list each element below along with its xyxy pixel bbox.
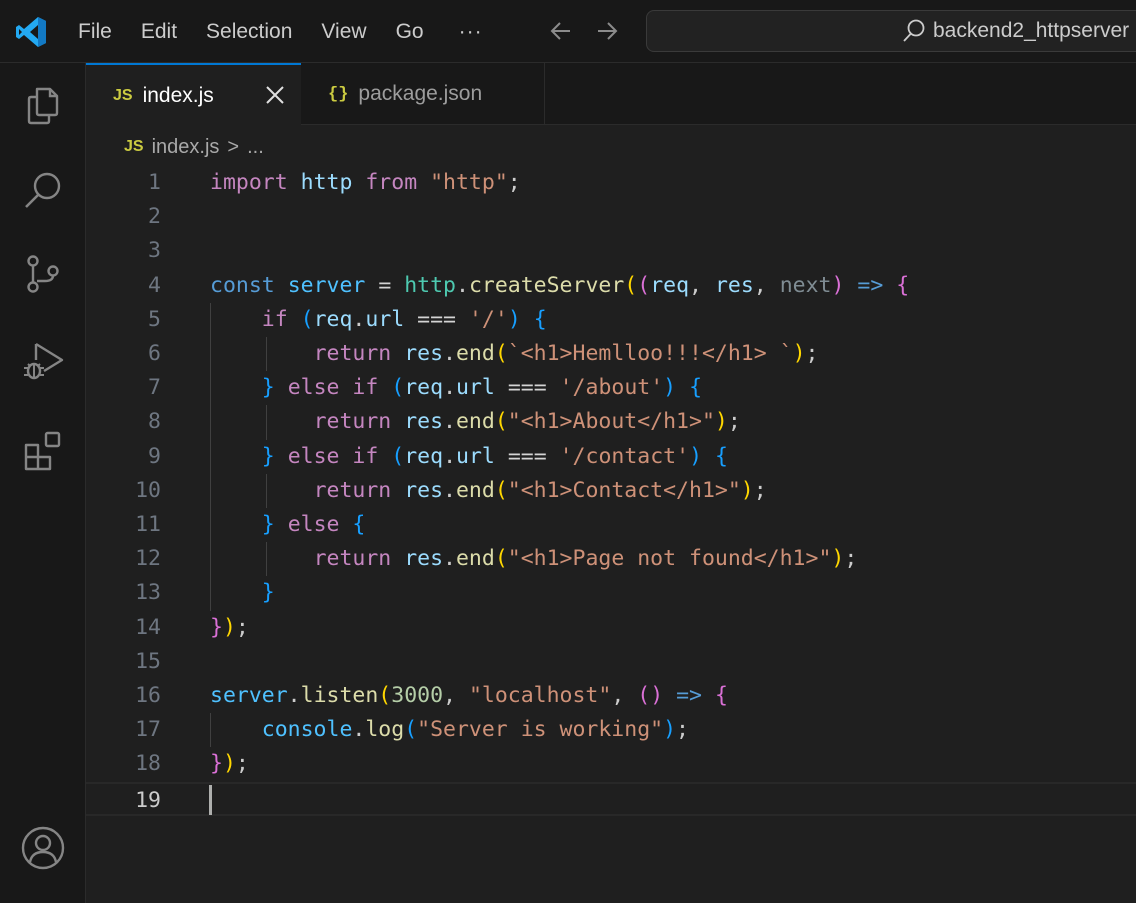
code-text: return res.end(`<h1>Hemlloo!!!</h1> `); <box>313 341 819 366</box>
code-line[interactable]: 7 } else if (req.url === '/about') { <box>86 371 1136 405</box>
javascript-file-icon: JS <box>113 86 133 104</box>
line-number: 8 <box>148 409 161 435</box>
code-text: server.listen(3000, "localhost", () => { <box>210 683 728 708</box>
code-text: console.log("Server is working"); <box>261 717 689 743</box>
breadcrumb: JS index.js > ... <box>124 133 264 161</box>
chevron-right-icon: > <box>227 135 240 158</box>
code-line[interactable]: 19 <box>86 781 1136 816</box>
code-line[interactable]: 2 <box>86 200 1136 234</box>
line-number: 19 <box>135 787 161 813</box>
code-text: const server = http.createServer((req, r… <box>210 272 910 298</box>
text-cursor <box>209 784 212 815</box>
code-line[interactable]: 15 <box>86 645 1136 679</box>
tab-label: package.json <box>358 82 483 105</box>
explorer-icon[interactable] <box>20 83 66 129</box>
account-icon[interactable] <box>20 825 66 871</box>
code-text: import http from "http"; <box>210 170 521 195</box>
forward-arrow-icon[interactable] <box>594 18 620 44</box>
code-line[interactable]: 1 import http from "http"; <box>86 166 1136 200</box>
code-line[interactable]: 18}); <box>86 747 1136 781</box>
code-text: return res.end("<h1>Page not found</h1>"… <box>313 546 858 572</box>
code-text: } <box>261 580 275 606</box>
menu-view[interactable]: View <box>321 20 366 44</box>
source-control-icon[interactable] <box>20 251 66 297</box>
code-editor[interactable]: 1 import http from "http"; 2 3 4 const server… <box>86 166 1136 903</box>
workspace-name: backend2_httpserver <box>933 19 1130 42</box>
code-text: }); <box>210 751 249 777</box>
line-number: 13 <box>135 580 161 606</box>
line-number: 3 <box>148 238 161 264</box>
line-number: 1 <box>148 170 161 195</box>
code-line[interactable]: 13 } <box>86 576 1136 610</box>
code-line[interactable]: 17 console.log("Server is working"); <box>86 713 1136 747</box>
indent-guide <box>266 337 267 372</box>
tab-label: index.js <box>142 83 214 107</box>
line-number: 10 <box>135 477 161 503</box>
indent-guide <box>266 405 267 440</box>
more-menu-button[interactable]: ··· <box>459 20 483 44</box>
line-number: 14 <box>135 614 161 640</box>
code-line[interactable]: 14}); <box>86 611 1136 645</box>
tab-package-json[interactable]: {} package.json <box>301 63 545 125</box>
back-arrow-icon[interactable] <box>548 18 574 44</box>
code-text: } else { <box>261 512 366 537</box>
code-text: } else if (req.url === '/contact') { <box>261 443 728 469</box>
line-number: 18 <box>135 751 161 777</box>
indent-guide <box>210 302 211 611</box>
indent-guide <box>210 713 211 748</box>
code-text: if (req.url === '/') { <box>261 306 547 332</box>
menu-go[interactable]: Go <box>396 20 424 44</box>
code-text: }); <box>210 614 249 640</box>
indent-guide <box>266 542 267 577</box>
code-line[interactable]: 8 return res.end("<h1>About</h1>"); <box>86 405 1136 439</box>
code-line[interactable]: 4 const server = http.createServer((req, … <box>86 269 1136 303</box>
activity-bar <box>0 63 86 903</box>
indent-guide <box>266 473 267 508</box>
extensions-icon[interactable] <box>20 427 66 473</box>
code-text: } else if (req.url === '/about') { <box>261 375 703 401</box>
line-number: 11 <box>135 512 161 537</box>
line-number: 6 <box>148 341 161 366</box>
tab-index-js[interactable]: JS index.js <box>86 63 301 126</box>
code-line[interactable]: 9 } else if (req.url === '/contact') { <box>86 440 1136 474</box>
code-line[interactable]: 3 <box>86 234 1136 268</box>
menu-selection[interactable]: Selection <box>206 20 292 44</box>
code-line[interactable]: 11 } else { <box>86 508 1136 542</box>
line-number: 9 <box>148 443 161 469</box>
search-icon[interactable] <box>20 167 66 213</box>
line-number: 16 <box>135 683 161 708</box>
code-text: return res.end("<h1>About</h1>"); <box>313 409 741 435</box>
editor-tabs: JS index.js {} package.json <box>86 63 1136 126</box>
code-line[interactable]: 5 if (req.url === '/') { <box>86 303 1136 337</box>
menu-file[interactable]: File <box>78 20 112 44</box>
line-number: 17 <box>135 717 161 743</box>
code-line[interactable]: 12 return res.end("<h1>Page not found</h… <box>86 542 1136 576</box>
line-number: 5 <box>148 306 161 332</box>
breadcrumb-symbols[interactable]: ... <box>247 136 264 159</box>
line-number: 15 <box>135 648 161 674</box>
json-file-icon: {} <box>328 84 349 104</box>
code-text: return res.end("<h1>Contact</h1>"); <box>313 477 767 503</box>
title-bar: File Edit Selection View Go ··· backend2… <box>0 0 1136 63</box>
command-center-search[interactable]: backend2_httpserver <box>646 10 1136 52</box>
line-number: 4 <box>148 272 161 298</box>
vscode-logo-icon[interactable] <box>14 15 48 49</box>
search-icon <box>903 19 925 42</box>
code-line[interactable]: 16 server.listen(3000, "localhost", () =>… <box>86 679 1136 713</box>
menu-edit[interactable]: Edit <box>141 20 177 44</box>
code-line[interactable]: 10 return res.end("<h1>Contact</h1>"); <box>86 474 1136 508</box>
code-line[interactable]: 6 return res.end(`<h1>Hemlloo!!!</h1> `)… <box>86 337 1136 371</box>
line-number: 2 <box>148 204 161 230</box>
line-number: 7 <box>148 375 161 401</box>
close-icon[interactable] <box>264 84 286 106</box>
run-debug-icon[interactable] <box>20 338 66 384</box>
line-number: 12 <box>135 546 161 572</box>
javascript-file-icon: JS <box>124 138 144 155</box>
breadcrumb-file[interactable]: index.js <box>152 136 220 159</box>
menu-bar: File Edit Selection View Go ··· <box>78 0 483 63</box>
